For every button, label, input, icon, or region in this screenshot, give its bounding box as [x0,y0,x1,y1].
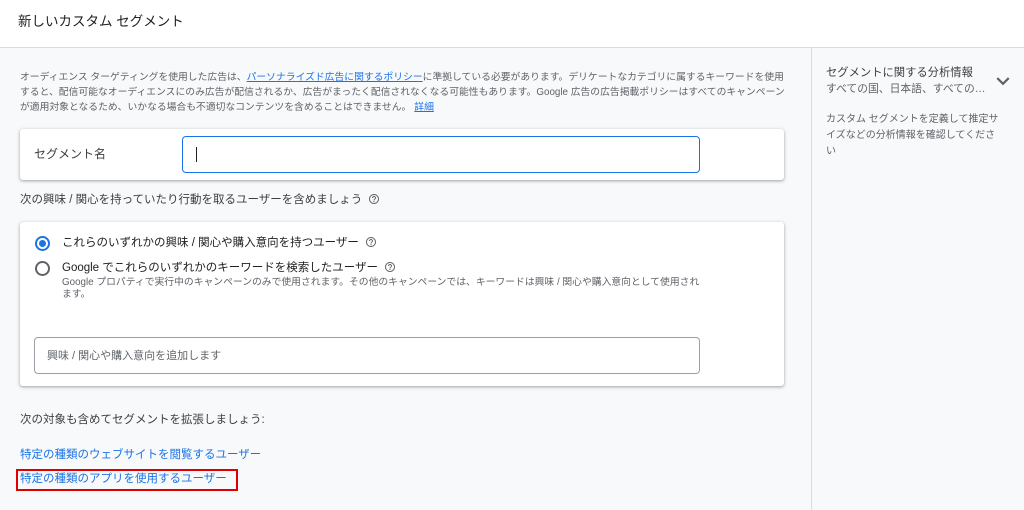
include-options-card: これらのいずれかの興味 / 関心や購入意向を持つユーザー Google でこれら… [20,222,784,386]
option-search-keywords-label: Google でこれらのいずれかのキーワードを検索したユーザー [62,262,379,274]
policy-text-before-link: オーディエンス ターゲティングを使用した広告は、 [20,72,247,83]
help-icon[interactable] [365,236,377,248]
option-interests[interactable]: これらのいずれかの興味 / 関心や購入意向を持つユーザー [62,235,377,251]
insights-title: セグメントに関する分析情報 [826,67,973,79]
help-icon[interactable] [368,193,380,205]
segment-name-card: セグメント名 [20,129,784,180]
include-section-heading-text: 次の興味 / 関心を持っていたり行動を取るユーザーを含めましょう [20,194,363,206]
segment-name-input[interactable] [182,136,700,173]
policy-notice: オーディエンス ターゲティングを使用した広告は、パーソナライズド広告に関するポリ… [20,70,786,115]
help-icon[interactable] [384,261,396,273]
chevron-down-icon[interactable] [990,68,1016,94]
option-interests-label: これらのいずれかの興味 / 関心や購入意向を持つユーザー [62,237,359,249]
option-search-keywords[interactable]: Google でこれらのいずれかのキーワードを検索したユーザー [62,260,396,276]
radio-search-keywords[interactable] [35,261,50,276]
option-search-keywords-description: Google プロパティで実行中のキャンペーンのみで使用されます。その他のキャン… [62,277,700,300]
insights-panel: セグメントに関する分析情報 すべての国、日本語、すべての… カスタム セグメント… [811,48,1024,510]
policy-details-link[interactable]: 詳細 [414,102,434,113]
insights-description: カスタム セグメントを定義して推定サイズなどの分析情報を確認してください [826,114,999,157]
text-caret [196,147,197,162]
insights-subtitle: すべての国、日本語、すべての… [826,83,986,95]
segment-editor: オーディエンス ターゲティングを使用した広告は、パーソナライズド広告に関するポリ… [0,48,811,510]
include-section-heading: 次の興味 / 関心を持っていたり行動を取るユーザーを含めましょう [20,192,380,208]
radio-interests[interactable] [35,236,50,251]
expand-section-heading: 次の対象も含めてセグメントを拡張しましょう: [20,414,265,426]
page-header: 新しいカスタム セグメント [0,0,1024,48]
websites-link[interactable]: 特定の種類のウェブサイトを閲覧するユーザー [20,447,261,463]
interest-input[interactable] [34,337,700,374]
apps-link[interactable]: 特定の種類のアプリを使用するユーザー [20,471,227,487]
page-title: 新しいカスタム セグメント [18,14,184,29]
segment-name-label: セグメント名 [34,147,107,161]
personalized-ads-policy-link[interactable]: パーソナライズド広告に関するポリシー [247,72,423,83]
